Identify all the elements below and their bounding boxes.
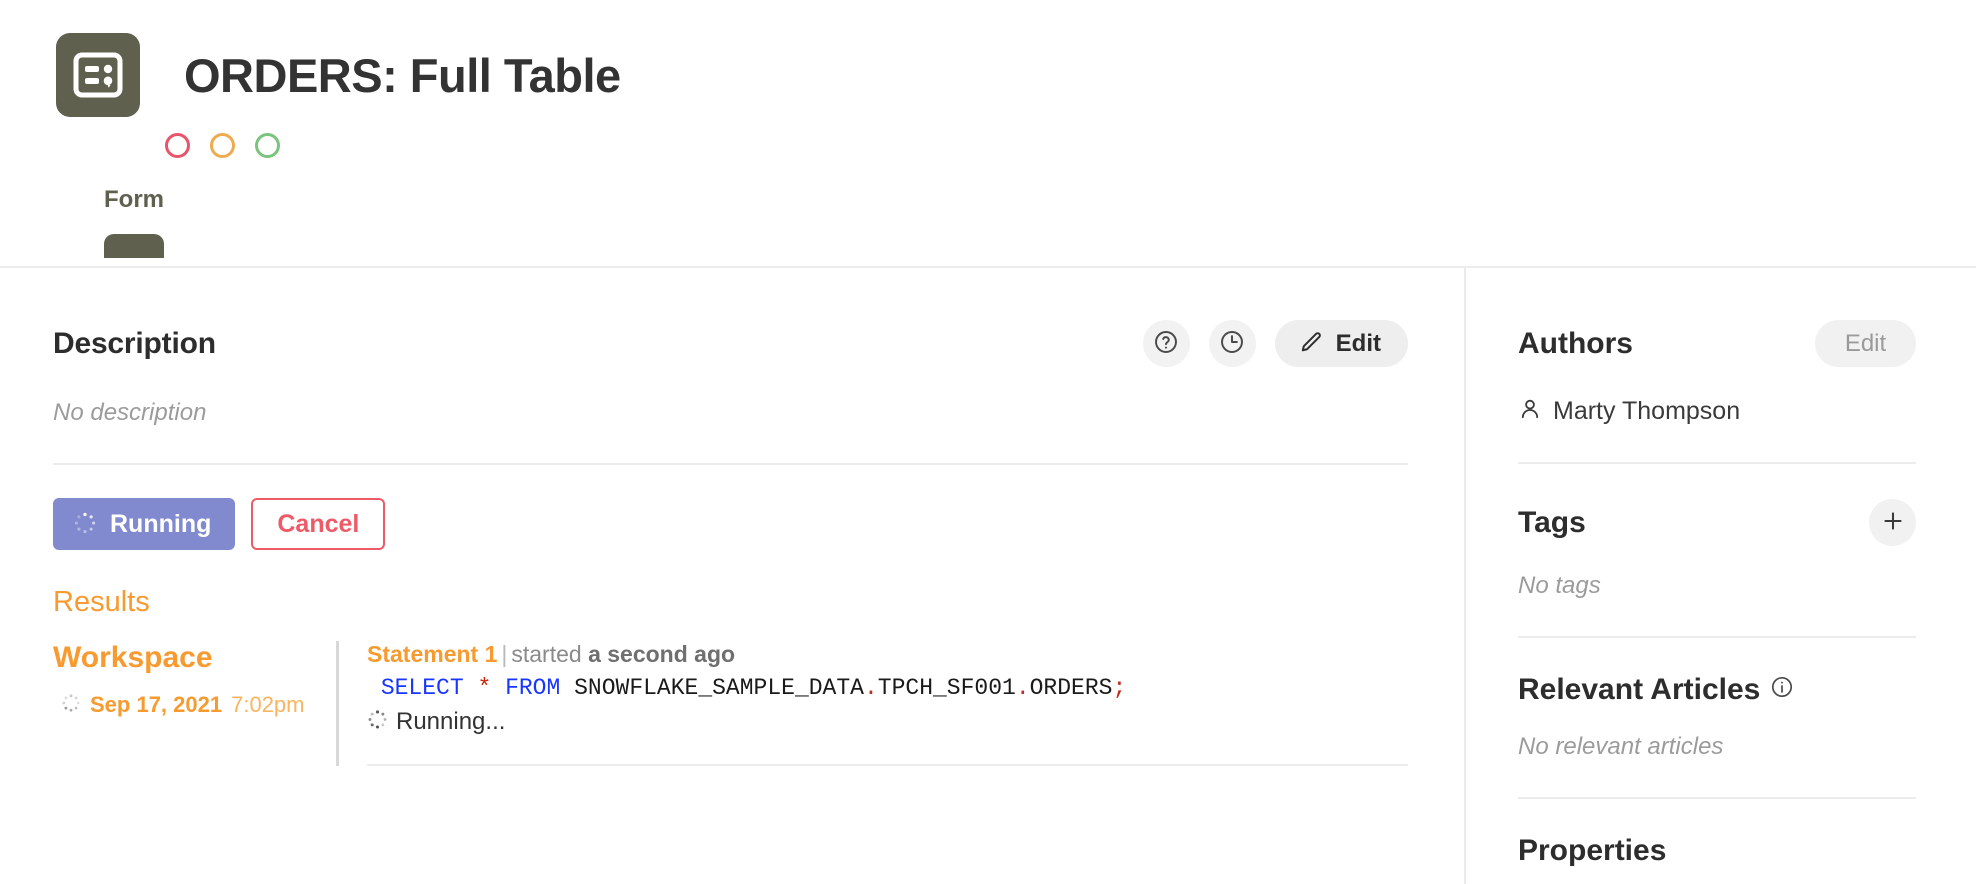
edit-authors-button[interactable]: Edit xyxy=(1815,320,1916,367)
properties-section: Properties xyxy=(1518,834,1916,868)
workspace-timestamp: Sep 17, 2021 7:02pm xyxy=(53,692,336,718)
statement-block: Statement 1 | started a second ago SELECT … xyxy=(336,641,1408,766)
statement-status-label: Running... xyxy=(396,708,506,735)
results-grid: Workspace Sep 17, 2021 7:02pm Statement … xyxy=(53,641,1408,766)
results-title: Results xyxy=(53,586,150,618)
page-body: Description Edit No description Running … xyxy=(0,268,1976,884)
window-close-dot[interactable] xyxy=(165,133,190,158)
statement-status: Running... xyxy=(367,708,1408,736)
tags-title: Tags xyxy=(1518,505,1586,539)
author-item: Marty Thompson xyxy=(1518,397,1916,426)
history-button[interactable] xyxy=(1208,320,1256,367)
help-button[interactable] xyxy=(1142,320,1190,367)
description-divider xyxy=(53,463,1408,465)
statement-divider xyxy=(367,764,1408,766)
sql-table-name: ORDERS xyxy=(1029,675,1113,701)
description-body: No description xyxy=(53,399,207,426)
window-controls xyxy=(0,133,1976,158)
pencil-icon xyxy=(1298,330,1323,358)
tab-form-label: Form xyxy=(104,186,164,213)
edit-description-label: Edit xyxy=(1335,329,1381,357)
statement-separator: | xyxy=(501,641,508,667)
statement-id: Statement 1 xyxy=(367,641,498,667)
description-header: Description Edit xyxy=(53,320,1408,367)
description-actions: Edit xyxy=(1142,320,1408,367)
sql-table-reference: SNOWFLAKE_SAMPLE_DATA.TPCH_SF001.ORDERS xyxy=(574,675,1113,701)
workspace-name[interactable]: Workspace xyxy=(53,641,336,675)
relevant-articles-divider xyxy=(1518,797,1916,799)
workspace-date: Sep 17, 2021 xyxy=(90,692,223,717)
running-button[interactable]: Running xyxy=(53,498,236,550)
sql-terminator: ; xyxy=(1112,675,1127,701)
author-name: Marty Thompson xyxy=(1553,397,1741,425)
spinner-icon-status xyxy=(367,709,388,735)
tab-bar: Form xyxy=(0,186,1976,258)
spinner-icon-small xyxy=(61,693,81,718)
results-meta: Workspace Sep 17, 2021 7:02pm xyxy=(53,641,336,766)
sql-keyword-select: SELECT xyxy=(380,675,464,701)
form-document-icon xyxy=(56,33,140,117)
sql-keyword-from: FROM xyxy=(505,675,561,701)
relevant-articles-label: Relevant Articles xyxy=(1518,673,1761,706)
authors-divider xyxy=(1518,462,1916,464)
person-icon xyxy=(1518,397,1542,426)
plus-icon xyxy=(1880,508,1906,537)
window-minimize-dot[interactable] xyxy=(210,133,235,158)
question-circle-icon xyxy=(1153,329,1179,358)
page-title: ORDERS: Full Table xyxy=(184,48,621,102)
tags-header: Tags xyxy=(1518,499,1916,546)
tags-empty-text: No tags xyxy=(1518,572,1601,599)
properties-title: Properties xyxy=(1518,834,1667,867)
add-tag-button[interactable] xyxy=(1869,499,1916,546)
main-content: Description Edit No description Running … xyxy=(0,268,1464,884)
details-sidebar: Authors Edit Marty Thompson Tags No tags… xyxy=(1464,268,1976,884)
window-maximize-dot[interactable] xyxy=(255,133,280,158)
edit-authors-label: Edit xyxy=(1844,329,1887,357)
authors-header: Authors Edit xyxy=(1518,320,1916,367)
sql-star: * xyxy=(477,675,492,701)
statement-header: Statement 1 | started a second ago xyxy=(367,641,1408,668)
relevant-articles-section: Relevant Articles No relevant articles xyxy=(1518,673,1916,761)
description-title: Description xyxy=(53,326,216,360)
authors-title: Authors xyxy=(1518,326,1633,360)
workspace-time: 7:02pm xyxy=(231,692,305,717)
spinner-icon xyxy=(73,511,97,538)
cancel-button[interactable]: Cancel xyxy=(251,498,386,550)
cancel-button-label: Cancel xyxy=(277,509,360,538)
running-button-label: Running xyxy=(110,509,212,538)
sql-db-name: SNOWFLAKE_SAMPLE_DATA xyxy=(574,675,864,701)
statement-relative-time: a second ago xyxy=(588,641,736,667)
relevant-articles-title: Relevant Articles xyxy=(1518,673,1916,707)
statement-started-label: started xyxy=(511,641,582,667)
app-header: ORDERS: Full Table Form xyxy=(0,0,1976,268)
tab-form[interactable]: Form xyxy=(90,186,178,258)
tab-active-indicator xyxy=(104,234,164,258)
run-controls: Running Cancel xyxy=(53,498,1408,550)
tags-section: Tags No tags xyxy=(1518,499,1916,600)
tags-divider xyxy=(1518,636,1916,638)
clock-icon xyxy=(1219,329,1245,358)
relevant-articles-empty-text: No relevant articles xyxy=(1518,733,1724,760)
sql-schema-name: TPCH_SF001 xyxy=(877,675,1016,701)
edit-description-button[interactable]: Edit xyxy=(1274,320,1408,367)
info-circle-icon[interactable] xyxy=(1770,673,1794,707)
title-row: ORDERS: Full Table xyxy=(0,0,1976,117)
sql-statement: SELECT * FROM SNOWFLAKE_SAMPLE_DATA.TPCH… xyxy=(367,675,1408,701)
